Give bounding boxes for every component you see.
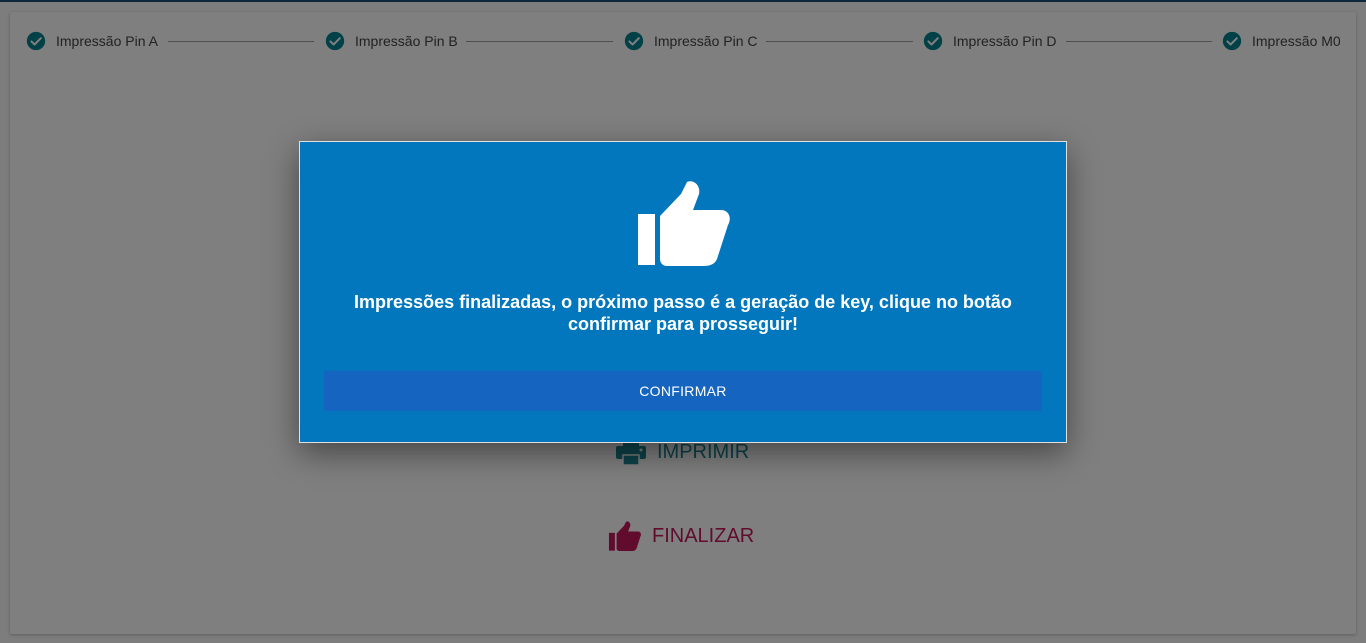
thumbs-up-icon [638, 181, 730, 266]
modal-message: Impressões finalizadas, o próximo passo … [354, 292, 1012, 334]
page: Impressão Pin A Impressão Pin B Impressã… [0, 0, 1366, 643]
confirm-button[interactable]: CONFIRMAR [324, 371, 1042, 411]
confirmation-modal: Impressões finalizadas, o próximo passo … [299, 141, 1067, 443]
